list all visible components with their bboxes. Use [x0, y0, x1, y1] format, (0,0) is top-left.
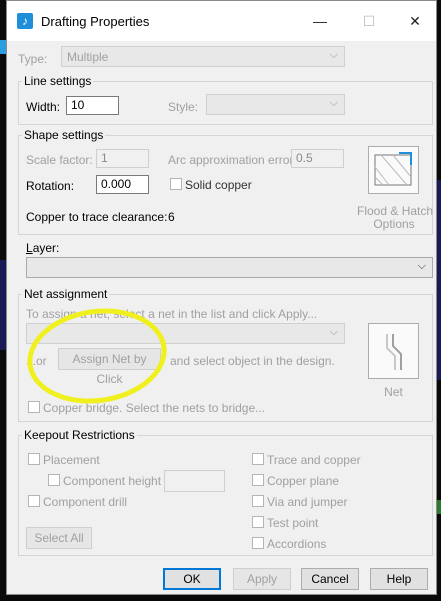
maximize-button: ☐ — [362, 13, 376, 29]
flood-hatch-label-2: Options — [373, 217, 415, 231]
drafting-app-icon: ♪ — [17, 13, 33, 29]
ok-button[interactable]: OK — [163, 568, 221, 590]
background-line — [437, 500, 441, 514]
net-select: ⌵ — [26, 323, 345, 344]
rotation-field[interactable]: 0.000 — [96, 175, 149, 194]
select-all-button: Select All — [26, 527, 92, 549]
component-drill-checkbox — [28, 495, 40, 507]
accordions-label: Accordions — [267, 537, 327, 551]
apply-button: Apply — [233, 568, 291, 590]
drafting-properties-dialog: ♪ Drafting Properties — ☐ ✕ Type: Multip… — [6, 0, 437, 595]
arc-error-field: 0.5 — [291, 149, 344, 168]
rotation-label: Rotation: — [26, 179, 75, 193]
type-label: Type: — [18, 52, 48, 66]
type-value: Multiple — [67, 50, 109, 64]
placement-checkbox — [28, 453, 40, 465]
shape-settings-label: Shape settings — [22, 128, 106, 142]
type-select: Multiple ⌵ — [61, 46, 345, 67]
close-button[interactable]: ✕ — [403, 11, 427, 31]
component-height-field — [164, 470, 225, 492]
scale-factor-label: Scale factor: — [26, 153, 93, 167]
accordions-checkbox — [252, 537, 264, 549]
style-label: Style: — [168, 100, 199, 114]
copper-plane-label: Copper plane — [267, 474, 340, 488]
title-bar: ♪ Drafting Properties — ☐ ✕ — [7, 1, 436, 41]
copper-bridge-label: Copper bridge. Select the nets to bridge… — [43, 401, 266, 415]
assign-after-text: and select object in the design. — [170, 354, 335, 368]
component-drill-label: Component drill — [43, 495, 128, 509]
layer-label: Layer: — [26, 241, 60, 255]
or-label: ...or — [26, 354, 47, 368]
test-point-checkbox — [252, 516, 264, 528]
net-button — [368, 323, 419, 379]
component-height-checkbox — [48, 474, 60, 486]
width-field[interactable]: 10 — [66, 96, 119, 115]
background-line — [437, 180, 441, 380]
clearance-label: Copper to trace clearance: — [26, 210, 168, 224]
style-select: ⌵ — [206, 94, 345, 115]
assign-net-by-click-button: Assign Net by Click — [58, 348, 161, 386]
via-jumper-label: Via and jumper — [267, 495, 348, 509]
width-label: Width: — [26, 100, 61, 114]
test-point-label: Test point — [267, 516, 319, 530]
cancel-button[interactable]: Cancel — [301, 568, 359, 590]
minimize-button[interactable]: — — [308, 11, 332, 31]
chevron-down-icon: ⌵ — [329, 326, 338, 338]
copper-plane-checkbox — [252, 474, 264, 486]
chevron-down-icon: ⌵ — [329, 49, 338, 61]
flood-hatch-button[interactable] — [368, 146, 419, 194]
flood-hatch-icon — [374, 152, 412, 186]
net-button-label: Net — [384, 385, 403, 399]
arc-error-label: Arc approximation error: — [168, 153, 297, 167]
trace-copper-checkbox — [252, 453, 264, 465]
layer-select[interactable]: ⌵ — [26, 257, 433, 278]
placement-label: Placement — [43, 453, 100, 467]
line-settings-label: Line settings — [22, 74, 94, 88]
solid-copper-label: Solid copper — [185, 178, 252, 192]
chevron-down-icon: ⌵ — [417, 260, 426, 272]
copper-bridge-checkbox — [28, 401, 40, 413]
trace-copper-label: Trace and copper — [267, 453, 361, 467]
help-button[interactable]: Help — [370, 568, 428, 590]
solid-copper-checkbox[interactable] — [170, 178, 182, 190]
flood-hatch-label-1: Flood & Hatch — [357, 204, 434, 218]
scale-factor-field: 1 — [96, 149, 149, 168]
net-assignment-label: Net assignment — [22, 287, 110, 301]
component-height-label: Component height — [63, 474, 162, 488]
net-instruction-text: To assign a net, select a net in the lis… — [26, 307, 318, 321]
window-title: Drafting Properties — [41, 14, 150, 29]
clearance-value: 6 — [168, 210, 175, 224]
keepout-label: Keepout Restrictions — [22, 428, 137, 442]
via-jumper-checkbox — [252, 495, 264, 507]
chevron-down-icon: ⌵ — [329, 97, 338, 109]
net-icon — [386, 334, 402, 370]
